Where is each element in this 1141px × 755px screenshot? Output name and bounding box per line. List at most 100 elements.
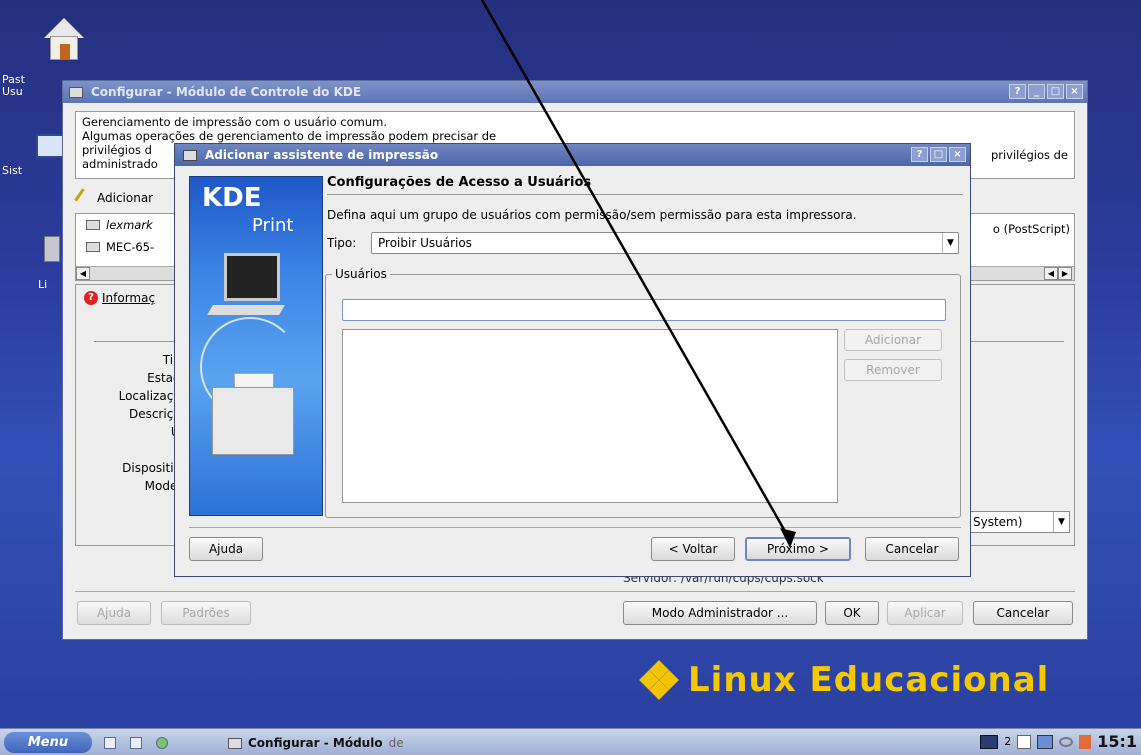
close-button[interactable]: × [949,147,966,162]
browser-icon[interactable] [156,737,168,749]
info-label: UR [76,423,188,441]
add-printer-wizard-dialog: Adicionar assistente de impressão ? □ × … [174,143,971,577]
taskbar: Menu Configurar - Módulo de 2 15:1 [0,728,1141,755]
computer-icon[interactable] [36,134,64,158]
terminal-icon[interactable] [130,737,142,749]
divider [189,527,961,528]
info-label: Tipo [76,351,188,369]
scroll-right-icon[interactable]: ▶ [1058,267,1072,280]
clipboard-icon[interactable] [1017,734,1032,749]
chevron-down-icon: ▼ [942,233,958,253]
info-labels: Tipo Estado Localização Descrição UR Dis… [76,351,188,495]
users-group-label: Usuários [332,267,390,281]
maximize-button[interactable]: □ [930,147,947,162]
brand-logo-icon [639,660,679,700]
desktop-pager-number[interactable]: 2 [1004,735,1011,748]
users-group: Usuários Adicionar Remover [325,267,961,518]
window-title: Configurar - Módulo de Controle do KDE [91,85,362,99]
info-label: Modelo [144,479,188,493]
minimize-button[interactable]: _ [1028,84,1045,99]
trash-icon[interactable] [44,236,60,262]
printer-icon [183,149,197,161]
cancel-button[interactable]: Cancelar [973,601,1073,625]
desktop-pager-icon[interactable] [980,734,999,749]
description-line: Algumas operações de gerenciamento de im… [82,129,497,143]
divider [75,591,1075,592]
show-desktop-icon[interactable] [104,737,116,749]
tipo-label: Tipo: [327,236,357,250]
desktop-icon-label-system[interactable]: Sist [2,164,22,177]
info-label: Descrição [128,407,188,421]
remove-user-button[interactable]: Remover [844,359,942,381]
task-label: Configurar - Módulo [248,736,383,750]
scroll-left-icon[interactable]: ◀ [1044,267,1058,280]
display-icon[interactable] [1037,734,1054,749]
keyboard-icon [207,305,285,315]
help-button[interactable]: Ajuda [189,537,263,561]
system-tray: 2 15:1 [980,732,1137,751]
network-icon[interactable] [1059,736,1074,747]
kde-print-banner: KDE Print [189,176,323,516]
tipo-select[interactable]: Proibir Usuários ▼ [371,232,959,254]
printer-name: lexmark [106,218,153,232]
divider [327,194,963,195]
linux-educacional-brand: Linux Educacional [639,660,1050,700]
printer-icon [86,220,100,230]
maximize-button[interactable]: □ [1047,84,1064,99]
dialog-titlebar[interactable]: Adicionar assistente de impressão ? □ × [175,144,970,166]
add-printer-toolbar-button[interactable]: Adicionar [97,191,153,205]
system-select[interactable]: System) ▼ [966,511,1070,533]
taskbar-item[interactable]: Configurar - Módulo de [228,733,404,753]
printer-icon [69,86,83,98]
add-user-button[interactable]: Adicionar [844,329,942,351]
info-label [76,441,188,459]
tab-information[interactable]: ? Informaç [84,291,155,305]
ok-button[interactable]: OK [825,601,879,625]
toolbar: Adicionar [74,187,153,209]
desktop-icon-label-home[interactable]: Past Usu [2,74,42,98]
dialog-title: Adicionar assistente de impressão [205,148,439,162]
home-folder-icon[interactable] [42,18,86,62]
brand-text: Linux Educacional [688,660,1050,700]
system-select-value: System) [973,515,1023,529]
cancel-button[interactable]: Cancelar [865,537,959,561]
wizard-wand-icon [74,188,94,208]
clock[interactable]: 15:1 [1097,732,1137,751]
desktop-icon-label-trash[interactable]: Li [38,278,47,291]
window-titlebar[interactable]: Configurar - Módulo de Controle do KDE ?… [63,81,1087,103]
printer-name: MEC-65- [106,240,155,254]
defaults-button[interactable]: Padrões [161,601,251,625]
close-button[interactable]: × [1066,84,1083,99]
info-label: Localização [118,389,188,403]
task-label-suffix: de [388,736,404,750]
help-title-button[interactable]: ? [911,147,928,162]
tipo-select-value: Proibir Usuários [378,236,472,250]
tools-icon[interactable] [1079,734,1092,749]
chevron-down-icon: ▼ [1053,512,1069,532]
printer-icon [86,242,100,252]
help-button[interactable]: Ajuda [77,601,151,625]
printer-illustration-icon [212,387,294,455]
section-title: Configurações de Acesso a Usuários [327,175,592,190]
back-button[interactable]: < Voltar [651,537,735,561]
user-name-input[interactable] [342,299,946,321]
banner-title: KDE [202,183,262,213]
menu-button[interactable]: Menu [4,732,92,753]
info-label: Dispositivo [122,461,188,475]
users-list[interactable] [342,329,838,503]
monitor-icon [224,253,280,301]
admin-mode-button[interactable]: Modo Administrador ... [623,601,817,625]
tab-label: Informaç [102,291,156,305]
description-line: Gerenciamento de impressão com o usuário… [82,115,388,129]
printer-description: o (PostScript) [992,222,1070,236]
scroll-left-icon[interactable]: ◀ [76,267,90,280]
apply-button[interactable]: Aplicar [887,601,963,625]
info-label: Estado [147,371,188,385]
help-icon: ? [84,291,98,305]
section-description: Defina aqui um grupo de usuários com per… [327,208,857,222]
help-title-button[interactable]: ? [1009,84,1026,99]
next-button[interactable]: Próximo > [745,537,851,561]
description-right-text: privilégios de [990,148,1068,162]
banner-subtitle: Print [252,215,294,236]
printer-icon [228,737,242,749]
